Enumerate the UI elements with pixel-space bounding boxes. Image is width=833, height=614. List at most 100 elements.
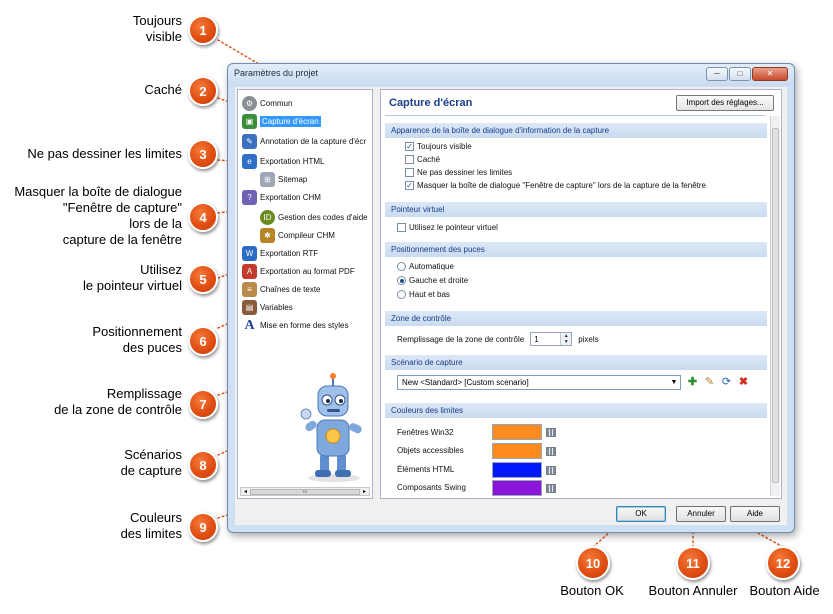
checkbox-unchecked-icon[interactable] bbox=[405, 155, 414, 164]
color-picker-icon[interactable] bbox=[546, 447, 556, 456]
tree-item-variables[interactable]: ▤ Variables bbox=[242, 300, 293, 315]
tree-item-sitemap[interactable]: ⊞ Sitemap bbox=[260, 172, 307, 187]
styles-icon: A bbox=[244, 317, 255, 333]
ok-button[interactable]: OK bbox=[616, 506, 666, 522]
checkbox-no-borders[interactable]: Ne pas dessiner les limites bbox=[405, 168, 512, 177]
radio-left-right[interactable]: Gauche et droite bbox=[397, 276, 468, 285]
callout-label-9: Couleurs des limites bbox=[120, 510, 182, 541]
callout-badge-8: 8 bbox=[188, 450, 218, 480]
chevron-down-icon[interactable]: ▼ bbox=[668, 376, 680, 389]
color-label-accessible: Objets accessibles bbox=[397, 446, 464, 455]
tree-item-styles[interactable]: A Mise en forme des styles bbox=[242, 318, 348, 333]
scenario-dropdown[interactable]: New <Standard> [Custom scenario] ▼ bbox=[397, 375, 681, 390]
callout-badge-10: 10 bbox=[576, 546, 610, 580]
section-control-zone: Zone de contrôle bbox=[385, 311, 767, 326]
callout-badge-3: 3 bbox=[188, 139, 218, 169]
tree-item-text-strings[interactable]: ≡ Chaînes de texte bbox=[242, 282, 320, 297]
section-appearance: Apparence de la boîte de dialogue d'info… bbox=[385, 123, 767, 138]
checkbox-label: Utilisez le pointeur virtuel bbox=[409, 223, 498, 232]
import-settings-button[interactable]: Import des réglages... bbox=[676, 95, 774, 111]
callout-badge-6: 6 bbox=[188, 326, 218, 356]
tree-item-label: Exportation RTF bbox=[260, 249, 319, 258]
scroll-left-arrow-icon[interactable]: ◂ bbox=[241, 488, 250, 495]
refresh-icon[interactable]: ⟳ bbox=[720, 376, 733, 389]
tree-item-label: Compileur CHM bbox=[278, 231, 335, 240]
checkbox-label: Ne pas dessiner les limites bbox=[417, 168, 513, 177]
color-swatch-accessible[interactable] bbox=[492, 443, 542, 459]
checkbox-label: Toujours visible bbox=[417, 142, 472, 151]
tree-item-chm-compiler[interactable]: ✱ Compileur CHM bbox=[260, 228, 335, 243]
tree-item-html-export[interactable]: e Exportation HTML bbox=[242, 154, 324, 169]
checkbox-unchecked-icon[interactable] bbox=[405, 168, 414, 177]
variables-icon: ▤ bbox=[242, 300, 257, 315]
scroll-thumb[interactable]: ııı bbox=[250, 488, 360, 495]
tree-item-pdf-export[interactable]: A Exportation au format PDF bbox=[242, 264, 355, 279]
color-label-win32: Fenêtres Win32 bbox=[397, 428, 454, 437]
tree-item-label: Sitemap bbox=[278, 175, 308, 184]
stepper-arrows-icon[interactable]: ▲ ▼ bbox=[560, 333, 572, 345]
cancel-button[interactable]: Annuler bbox=[676, 506, 726, 522]
color-picker-icon[interactable] bbox=[546, 428, 556, 437]
color-swatch-swing[interactable] bbox=[492, 480, 542, 496]
checkbox-always-visible[interactable]: ✓ Toujours visible bbox=[405, 142, 472, 151]
callout-badge-2: 2 bbox=[188, 76, 218, 106]
tree-horizontal-scrollbar[interactable]: ◂ ııı ▸ bbox=[240, 487, 370, 496]
minimize-button[interactable]: ─ bbox=[706, 67, 728, 81]
radio-unselected-icon[interactable] bbox=[397, 262, 406, 271]
scroll-thumb[interactable] bbox=[772, 128, 779, 483]
maximize-button[interactable]: □ bbox=[729, 67, 751, 81]
color-picker-icon[interactable] bbox=[546, 466, 556, 475]
tree-item-label: Capture d'écran bbox=[260, 116, 321, 127]
title-bar[interactable]: Paramètres du projet ─ □ ✕ bbox=[228, 64, 794, 86]
tree-item-chm-export[interactable]: ? Exportation CHM bbox=[242, 190, 321, 205]
checkbox-hidden[interactable]: Caché bbox=[405, 155, 440, 164]
radio-label: Haut et bas bbox=[409, 290, 450, 299]
color-picker-icon[interactable] bbox=[546, 484, 556, 493]
tree-item-annotation[interactable]: ✎ Annotation de la capture d'écr bbox=[242, 134, 366, 149]
callout-badge-11: 11 bbox=[676, 546, 710, 580]
radio-unselected-icon[interactable] bbox=[397, 290, 406, 299]
checkbox-checked-icon[interactable]: ✓ bbox=[405, 181, 414, 190]
html-export-icon: e bbox=[242, 154, 257, 169]
callout-label-5: Utilisez le pointeur virtuel bbox=[83, 262, 182, 293]
title-divider bbox=[385, 115, 765, 116]
tree-item-commun[interactable]: ⚙ Commun bbox=[242, 96, 292, 111]
padding-stepper[interactable]: 1 ▲ ▼ bbox=[530, 332, 573, 346]
help-id-icon: ID bbox=[260, 210, 275, 225]
callout-badge-5: 5 bbox=[188, 264, 218, 294]
checkbox-unchecked-icon[interactable] bbox=[397, 223, 406, 232]
callout-label-3: Ne pas dessiner les limites bbox=[27, 146, 182, 161]
padding-label: Remplissage de la zone de contrôle bbox=[397, 334, 525, 344]
radio-top-bottom[interactable]: Haut et bas bbox=[397, 290, 450, 299]
pdf-export-icon: A bbox=[242, 264, 257, 279]
help-button[interactable]: Aide bbox=[730, 506, 780, 522]
radio-label: Gauche et droite bbox=[409, 276, 469, 285]
tree-item-label: Exportation au format PDF bbox=[260, 267, 355, 276]
color-swatch-html[interactable] bbox=[492, 462, 542, 478]
rtf-export-icon: W bbox=[242, 246, 257, 261]
checkbox-checked-icon[interactable]: ✓ bbox=[405, 142, 414, 151]
chm-export-icon: ? bbox=[242, 190, 257, 205]
callout-badge-9: 9 bbox=[188, 512, 218, 542]
panel-vertical-scrollbar[interactable] bbox=[770, 116, 780, 496]
add-icon[interactable]: ✚ bbox=[686, 376, 699, 389]
delete-icon[interactable]: ✖ bbox=[737, 376, 750, 389]
tree-item-label: Annotation de la capture d'écr bbox=[260, 137, 367, 146]
checkbox-use-pointer[interactable]: Utilisez le pointeur virtuel bbox=[397, 223, 498, 232]
callout-label-11: Bouton Annuler bbox=[648, 583, 738, 598]
color-swatch-win32[interactable] bbox=[492, 424, 542, 440]
tree-item-capture[interactable]: ▣ Capture d'écran bbox=[242, 114, 321, 129]
edit-icon[interactable]: ✎ bbox=[703, 376, 716, 389]
radio-label: Automatique bbox=[409, 262, 454, 271]
tree-item-rtf-export[interactable]: W Exportation RTF bbox=[242, 246, 318, 261]
project-settings-window: Paramètres du projet ─ □ ✕ ⚙ Commun ▣ Ca… bbox=[227, 63, 795, 533]
panel-title: Capture d'écran bbox=[389, 97, 473, 109]
tree-item-help-ids[interactable]: ID Gestion des codes d'aide bbox=[260, 210, 368, 225]
color-label-html: Éléments HTML bbox=[397, 465, 455, 474]
scroll-right-arrow-icon[interactable]: ▸ bbox=[360, 488, 369, 495]
radio-automatic[interactable]: Automatique bbox=[397, 262, 454, 271]
checkbox-hide-dialog[interactable]: ✓ Masquer la boîte de dialogue "Fenêtre … bbox=[405, 181, 706, 190]
close-button[interactable]: ✕ bbox=[752, 67, 788, 81]
radio-selected-icon[interactable] bbox=[397, 276, 406, 285]
callout-label-10: Bouton OK bbox=[560, 583, 624, 598]
